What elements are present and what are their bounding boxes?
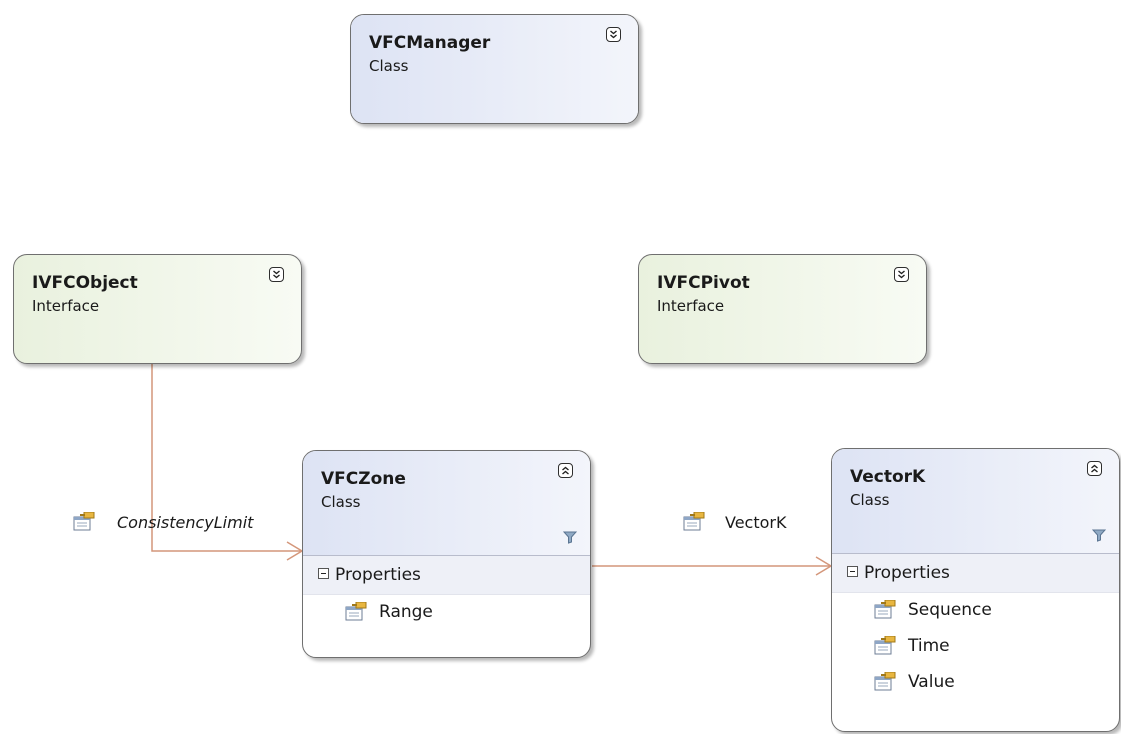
- shape-name: VectorK: [850, 467, 926, 487]
- compartment-label: Properties: [864, 563, 950, 583]
- property-name: Time: [908, 636, 950, 656]
- association-label-text: VectorK: [725, 513, 787, 532]
- collapse-toggle[interactable]: [1087, 461, 1102, 476]
- shape-kind: Interface: [657, 297, 725, 315]
- shape-name: IVFCPivot: [657, 273, 750, 293]
- property-icon: [345, 601, 367, 626]
- collapse-compartment-icon[interactable]: [318, 568, 329, 579]
- properties-compartment-header[interactable]: Properties: [303, 556, 590, 595]
- expand-toggle[interactable]: [894, 267, 909, 282]
- association-label-text: ConsistencyLimit: [117, 513, 254, 532]
- property-member[interactable]: Value: [832, 665, 1119, 701]
- association-vectork-line[interactable]: [592, 556, 833, 576]
- shape-header: IVFCPivot Interface: [639, 255, 926, 363]
- property-icon: [683, 511, 705, 536]
- property-icon: [73, 511, 95, 536]
- expand-toggle[interactable]: [269, 267, 284, 282]
- shape-name: VFCManager: [369, 33, 491, 53]
- compartment-label: Properties: [335, 565, 421, 585]
- properties-compartment-header[interactable]: Properties: [832, 554, 1119, 593]
- property-name: Sequence: [908, 600, 992, 620]
- property-name: Value: [908, 672, 955, 692]
- shape-kind: Interface: [32, 297, 100, 315]
- shape-kind: Class: [321, 493, 361, 511]
- shape-name: IVFCObject: [32, 273, 138, 293]
- association-label-consistencylimit[interactable]: ConsistencyLimit: [73, 511, 293, 536]
- vfcmanager-class-shape[interactable]: VFCManager Class: [350, 14, 639, 124]
- vfczone-class-shape[interactable]: VFCZone Class Properties Range: [302, 450, 591, 658]
- property-name: Range: [379, 602, 433, 622]
- collapse-toggle[interactable]: [558, 463, 573, 478]
- vectork-class-shape[interactable]: VectorK Class Properties Sequence Time V…: [831, 448, 1120, 732]
- filter-icon[interactable]: [562, 529, 578, 548]
- property-icon: [874, 671, 896, 696]
- shape-header: VectorK Class: [832, 449, 1119, 554]
- shape-header: VFCZone Class: [303, 451, 590, 556]
- association-label-vectork[interactable]: VectorK: [683, 511, 823, 536]
- filter-icon[interactable]: [1091, 527, 1107, 546]
- shape-kind: Class: [850, 491, 890, 509]
- expand-toggle[interactable]: [606, 27, 621, 42]
- shape-name: VFCZone: [321, 469, 406, 489]
- property-icon: [874, 599, 896, 624]
- ivfcobject-interface-shape[interactable]: IVFCObject Interface: [13, 254, 302, 364]
- property-member[interactable]: Time: [832, 629, 1119, 665]
- shape-header: VFCManager Class: [351, 15, 638, 123]
- property-icon: [874, 635, 896, 660]
- property-member[interactable]: Range: [303, 595, 590, 631]
- ivfcpivot-interface-shape[interactable]: IVFCPivot Interface: [638, 254, 927, 364]
- collapse-compartment-icon[interactable]: [847, 566, 858, 577]
- shape-kind: Class: [369, 57, 409, 75]
- shape-header: IVFCObject Interface: [14, 255, 301, 363]
- property-member[interactable]: Sequence: [832, 593, 1119, 629]
